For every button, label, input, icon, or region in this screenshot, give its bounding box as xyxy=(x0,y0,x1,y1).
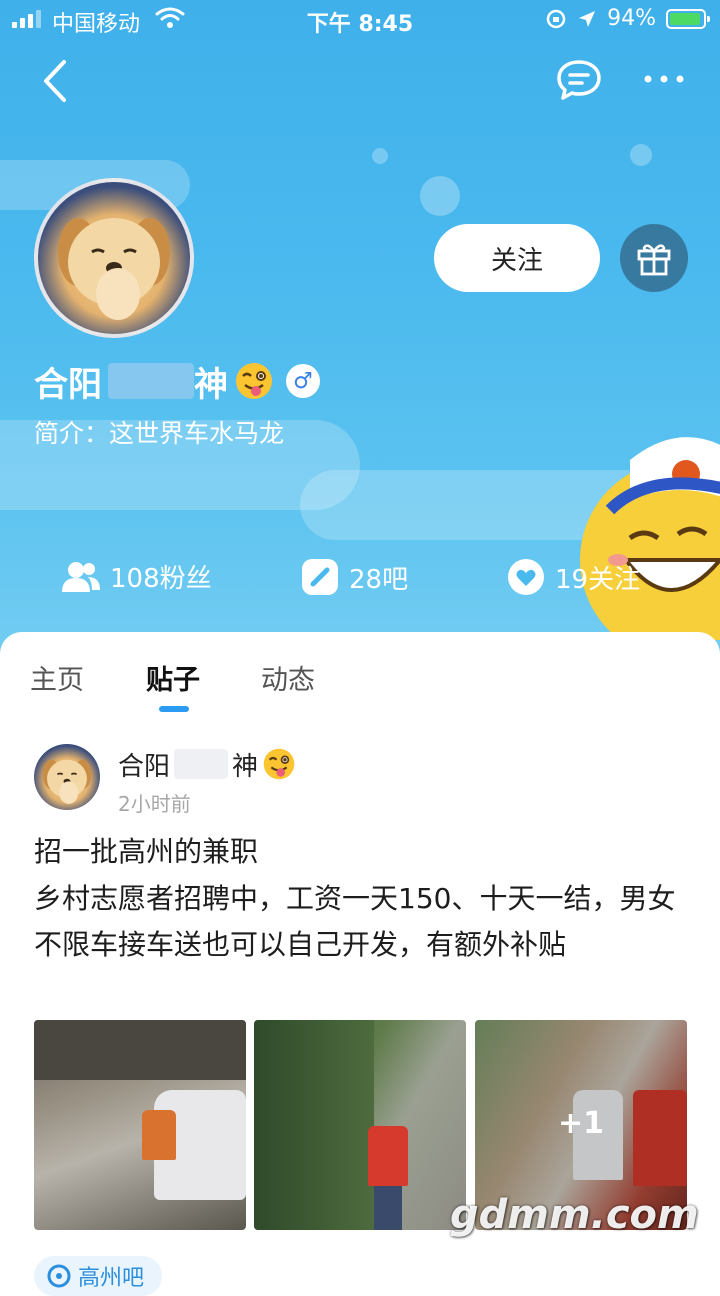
gift-button[interactable] xyxy=(620,224,688,292)
active-tab-indicator xyxy=(159,706,189,712)
post-author-avatar[interactable] xyxy=(34,744,100,810)
stat-fans[interactable]: 108粉丝 xyxy=(62,558,212,595)
post-title[interactable]: 招一批高州的兼职 xyxy=(34,830,258,870)
profile-avatar[interactable] xyxy=(34,178,194,338)
gift-icon xyxy=(637,244,671,276)
battery-level xyxy=(670,12,701,25)
profile-name-start: 合阳 xyxy=(34,364,102,405)
winking-tongue-emoji-icon xyxy=(263,748,295,780)
fans-icon xyxy=(62,561,100,592)
winking-tongue-emoji-icon xyxy=(236,363,272,399)
following-heart-icon xyxy=(508,559,544,595)
tab-activity[interactable]: 动态 xyxy=(261,658,315,697)
follow-button[interactable]: 关注 xyxy=(434,224,600,292)
background-bubble xyxy=(372,148,388,164)
rotation-lock-icon xyxy=(546,9,566,28)
post-author-name-end[interactable]: 神 xyxy=(232,746,258,783)
location-icon xyxy=(579,10,596,27)
profile-name-row: 合阳 神 ♂ xyxy=(34,356,320,406)
message-icon[interactable] xyxy=(555,58,603,102)
puppy-avatar-image xyxy=(42,759,92,804)
background-bubble xyxy=(420,176,460,216)
background-bubble xyxy=(630,144,652,166)
tab-home[interactable]: 主页 xyxy=(30,658,84,697)
post-timestamp: 2小时前 xyxy=(118,792,191,816)
forum-tag[interactable]: 高州吧 xyxy=(34,1256,163,1296)
fans-count: 108粉丝 xyxy=(110,564,212,594)
stat-following[interactable]: 19关注 xyxy=(507,558,640,596)
post-image-1[interactable] xyxy=(34,1020,246,1230)
status-bar: 中国移动 下午 8:45 94% xyxy=(0,0,720,40)
name-redaction xyxy=(174,749,229,779)
profile-stats: 108粉丝 28吧 19关注 xyxy=(0,546,720,606)
battery-icon xyxy=(666,8,710,29)
post-author-name-start[interactable]: 合阳 xyxy=(118,746,170,783)
bars-icon xyxy=(302,559,338,595)
male-gender-icon: ♂ xyxy=(286,364,320,398)
following-count: 19关注 xyxy=(555,564,641,595)
profile-header: 中国移动 下午 8:45 94% 关注 合阳 神 ♂ 简介：这世界车水马龙 10… xyxy=(0,0,720,660)
profile-name-end: 神 xyxy=(194,364,228,405)
forum-name: 高州吧 xyxy=(78,1266,145,1291)
name-redaction xyxy=(108,363,194,399)
post-body[interactable]: 乡村志愿者招聘中，工资一天150、十天一结，男女不限车接车送也可以自己开发，有额… xyxy=(34,876,684,968)
puppy-avatar-image xyxy=(58,218,170,320)
post-image-2[interactable] xyxy=(254,1020,466,1230)
more-icon[interactable] xyxy=(640,64,688,94)
content-sheet: 主页 贴子 动态 合阳 神 2小时前 招一批高州的兼职 乡村志愿者招聘中，工资一… xyxy=(0,632,720,1296)
bars-count: 28吧 xyxy=(349,564,409,595)
more-images-count: +1 xyxy=(557,1106,604,1141)
tab-posts[interactable]: 贴子 xyxy=(146,658,200,697)
profile-bio: 简介：这世界车水马龙 xyxy=(34,419,285,448)
site-watermark: gdmm.com xyxy=(450,1192,699,1238)
back-icon[interactable] xyxy=(36,56,76,106)
stat-bars[interactable]: 28吧 xyxy=(301,558,408,596)
post-author-row: 合阳 神 xyxy=(118,744,296,784)
battery-percent: 94% xyxy=(607,6,656,31)
forum-icon xyxy=(47,1264,71,1288)
